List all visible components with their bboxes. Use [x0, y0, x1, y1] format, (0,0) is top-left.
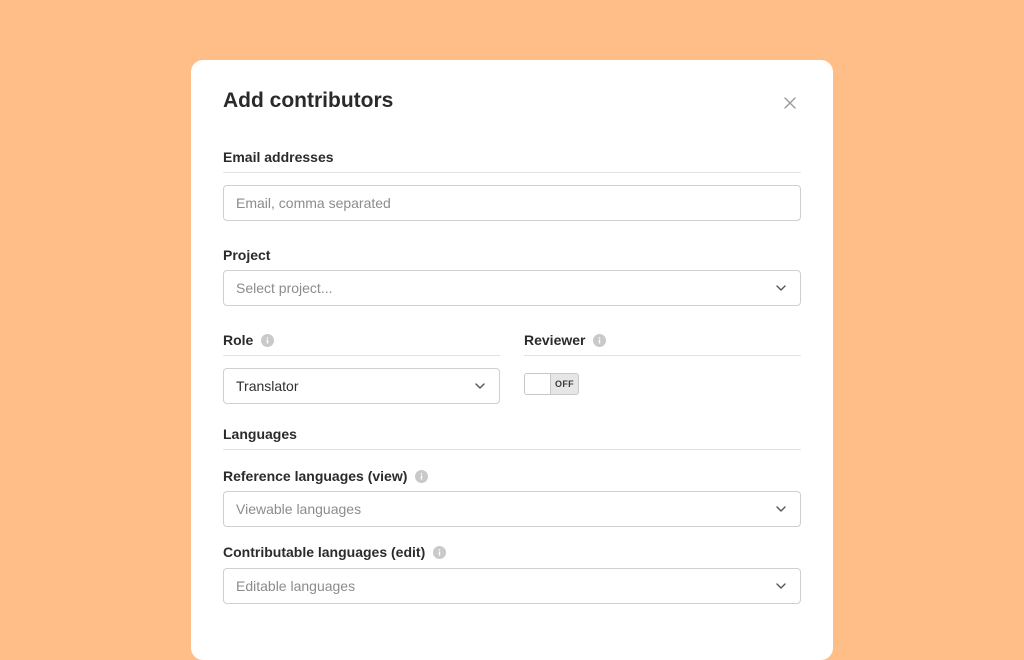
chevron-down-icon — [473, 379, 487, 393]
reviewer-divider — [524, 355, 801, 356]
email-label: Email addresses — [223, 149, 334, 165]
role-label: Role — [223, 332, 275, 348]
info-icon[interactable] — [593, 333, 607, 347]
info-icon[interactable] — [433, 545, 447, 559]
chevron-down-icon — [774, 502, 788, 516]
chevron-down-icon — [774, 579, 788, 593]
info-icon[interactable] — [261, 333, 275, 347]
languages-label: Languages — [223, 426, 297, 442]
languages-label-text: Languages — [223, 426, 297, 442]
close-button[interactable] — [781, 94, 799, 112]
role-select-value: Translator — [236, 378, 299, 394]
reviewer-label-text: Reviewer — [524, 332, 586, 348]
role-label-text: Role — [223, 332, 254, 348]
email-label-text: Email addresses — [223, 149, 334, 165]
contributable-languages-select[interactable]: Editable languages — [223, 568, 801, 604]
project-label-text: Project — [223, 247, 271, 263]
languages-divider — [223, 449, 801, 450]
role-divider — [223, 355, 500, 356]
project-select-value: Select project... — [236, 280, 333, 296]
toggle-knob — [525, 374, 551, 394]
project-label: Project — [223, 247, 270, 263]
info-icon[interactable] — [415, 469, 429, 483]
role-select[interactable]: Translator — [223, 368, 500, 404]
reference-languages-value: Viewable languages — [236, 501, 362, 517]
email-field[interactable] — [223, 185, 801, 221]
reference-languages-select[interactable]: Viewable languages — [223, 491, 801, 527]
email-divider — [223, 172, 801, 173]
reference-languages-label-text: Reference languages (view) — [223, 468, 408, 484]
close-icon — [784, 97, 796, 109]
email-input[interactable] — [236, 195, 788, 211]
reviewer-toggle[interactable]: OFF — [524, 373, 579, 395]
contributable-languages-label-text: Contributable languages (edit) — [223, 544, 426, 560]
contributable-languages-label: Contributable languages (edit) — [223, 544, 447, 560]
chevron-down-icon — [774, 281, 788, 295]
modal-title: Add contributors — [223, 89, 394, 112]
toggle-state-text: OFF — [555, 379, 574, 389]
contributable-languages-value: Editable languages — [236, 578, 356, 594]
add-contributors-modal: Email addresses Project Select project..… — [191, 60, 833, 660]
project-select[interactable]: Select project... — [223, 270, 801, 306]
reference-languages-label: Reference languages (view) — [223, 468, 429, 484]
reviewer-label: Reviewer — [524, 332, 607, 348]
